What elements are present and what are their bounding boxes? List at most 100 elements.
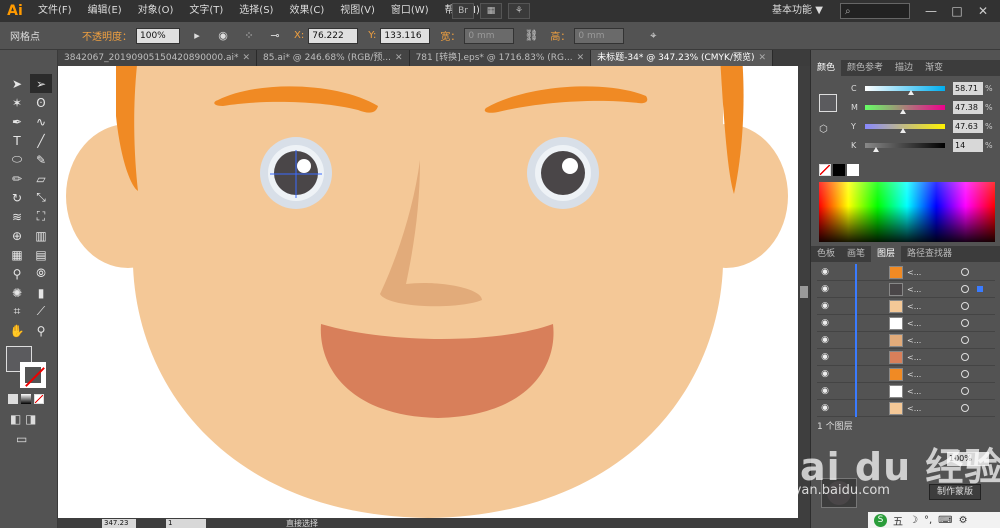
slider-knob[interactable] [899, 127, 906, 133]
artboard-canvas[interactable] [58, 66, 798, 518]
slider-knob[interactable] [873, 146, 880, 152]
visibility-eye-icon[interactable]: ◉ [817, 403, 833, 413]
target-icon[interactable] [961, 285, 969, 293]
artboard-number-field[interactable]: 1 [166, 518, 206, 528]
ime-logo-icon[interactable]: S [874, 513, 887, 527]
shape-builder-tool-icon[interactable]: ⊕ [6, 226, 28, 245]
tab-brushes[interactable]: 画笔 [841, 246, 871, 262]
layer-row[interactable]: ◉ <... [817, 348, 995, 366]
magic-wand-tool-icon[interactable]: ✶ [6, 93, 28, 112]
zoom-level-field[interactable]: 347.23 [102, 518, 136, 528]
gradient-tool-icon[interactable]: ▤ [30, 245, 52, 264]
visibility-eye-icon[interactable]: ◉ [817, 318, 833, 328]
channel-slider[interactable] [865, 123, 945, 133]
screen-mode-icon[interactable]: ▭ [16, 432, 27, 446]
slice-tool-icon[interactable]: ⟋ [30, 302, 52, 321]
visibility-eye-icon[interactable]: ◉ [817, 301, 833, 311]
mesh-tool-icon[interactable]: ▦ [6, 245, 28, 264]
drawing-mode-icon[interactable]: ◧ ◨ [10, 412, 37, 426]
out-of-gamut-icon[interactable]: ⬡ [819, 124, 828, 135]
layer-row[interactable]: ◉ <... [817, 297, 995, 315]
none-icon[interactable] [34, 394, 44, 404]
channel-value[interactable]: 14 [953, 138, 983, 152]
close-icon[interactable]: ✕ [577, 53, 585, 63]
color-icon[interactable] [8, 394, 18, 404]
blend-tool-icon[interactable]: ⦾ [30, 264, 52, 283]
target-icon[interactable] [961, 370, 969, 378]
menu-effect[interactable]: 效果(C) [281, 0, 332, 22]
settings-icon[interactable]: ⚙ [959, 515, 968, 526]
type-tool-icon[interactable]: T [6, 131, 28, 150]
tab-color-guide[interactable]: 颜色参考 [841, 60, 889, 76]
target-icon[interactable] [961, 302, 969, 310]
close-icon[interactable]: ✕ [395, 53, 403, 63]
opacity-arrow-icon[interactable]: ▸ [188, 28, 206, 44]
maximize-button[interactable]: □ [944, 0, 970, 22]
target-icon[interactable] [961, 336, 969, 344]
white-swatch[interactable] [847, 164, 859, 176]
document-tab[interactable]: 85.ai* @ 246.68% (RGB/预... ✕ [257, 50, 410, 66]
menu-select[interactable]: 选择(S) [231, 0, 281, 22]
menu-window[interactable]: 窗口(W) [383, 0, 437, 22]
tab-layers[interactable]: 图层 [871, 246, 902, 262]
layer-row[interactable]: ◉ <... [817, 365, 995, 383]
gradient-icon[interactable] [21, 394, 31, 404]
ellipse-tool-icon[interactable]: ⬭ [6, 150, 28, 169]
x-field[interactable]: 76.222 [308, 27, 359, 44]
channel-slider[interactable] [865, 142, 945, 152]
target-icon[interactable] [961, 387, 969, 395]
channel-value[interactable]: 58.71 [953, 81, 983, 95]
document-tab[interactable]: 781 [转换].eps* @ 1716.83% (RG... ✕ [409, 50, 592, 66]
eyedropper-tool-icon[interactable]: ⚲ [6, 264, 28, 283]
symbol-sprayer-tool-icon[interactable]: ✺ [6, 283, 28, 302]
tab-pathfinder[interactable]: 路径查找器 [901, 246, 958, 262]
tab-color[interactable]: 颜色 [811, 60, 842, 76]
height-field[interactable]: 0 mm [574, 27, 625, 44]
target-icon[interactable] [961, 353, 969, 361]
isolate-icon[interactable]: ⌖ [644, 28, 662, 44]
bridge-button[interactable]: Br [452, 3, 474, 19]
channel-value[interactable]: 47.63 [953, 119, 983, 133]
search-input[interactable]: ⌕ [840, 3, 910, 19]
stroke-color-swatch[interactable] [20, 362, 46, 388]
paintbrush-tool-icon[interactable]: ✎ [30, 150, 52, 169]
artboard-tool-icon[interactable]: ⌗ [6, 302, 28, 321]
color-fill-preview[interactable] [819, 94, 837, 112]
close-icon[interactable]: ✕ [242, 53, 250, 63]
reference-point-icon[interactable]: ⁘ [240, 28, 258, 44]
opacity-field[interactable]: 100% [136, 27, 180, 44]
curvature-tool-icon[interactable]: ∿ [30, 112, 52, 131]
none-swatch[interactable] [819, 164, 831, 176]
visibility-eye-icon[interactable]: ◉ [817, 386, 833, 396]
layer-row[interactable]: ◉ <... [817, 263, 995, 281]
layer-row[interactable]: ◉ <... [817, 314, 995, 332]
layer-row[interactable]: ◉ <... [817, 280, 995, 298]
y-field[interactable]: 133.116 [380, 27, 431, 44]
visibility-eye-icon[interactable]: ◉ [817, 352, 833, 362]
slider-knob[interactable] [899, 108, 906, 114]
color-spectrum[interactable] [819, 182, 995, 242]
perspective-grid-tool-icon[interactable]: ▥ [30, 226, 52, 245]
layer-row[interactable]: ◉ <... [817, 399, 995, 417]
menu-file[interactable]: 文件(F) [30, 0, 80, 22]
scale-tool-icon[interactable]: ⤡ [30, 188, 52, 207]
keyboard-icon[interactable]: ⌨ [938, 515, 952, 526]
workspace-switcher[interactable]: 基本功能 ▼ [772, 0, 823, 22]
rotate-tool-icon[interactable]: ↻ [6, 188, 28, 207]
target-icon[interactable] [961, 268, 969, 276]
selection-tool-icon[interactable]: ➤ [6, 74, 28, 93]
close-icon[interactable]: ✕ [759, 53, 767, 63]
slider-knob[interactable] [908, 89, 915, 95]
visibility-eye-icon[interactable]: ◉ [817, 267, 833, 277]
channel-value[interactable]: 47.38 [953, 100, 983, 114]
moon-icon[interactable]: ☽ [909, 515, 918, 526]
document-tab-active[interactable]: 未标题-34* @ 347.23% (CMYK/预览) ✕ [591, 50, 774, 66]
layer-row[interactable]: ◉ <... [817, 382, 995, 400]
document-tab[interactable]: 3842067_20190905150420890000.ai* ✕ [58, 50, 258, 66]
pencil-tool-icon[interactable]: ✏ [6, 169, 28, 188]
tab-gradient[interactable]: 渐变 [919, 60, 949, 76]
visibility-eye-icon[interactable]: ◉ [817, 284, 833, 294]
opacity-label[interactable]: 不透明度： [82, 28, 132, 43]
direct-selection-tool-icon[interactable]: ➢ [30, 74, 52, 93]
arrange-documents-icon[interactable]: ▦ [480, 3, 502, 19]
